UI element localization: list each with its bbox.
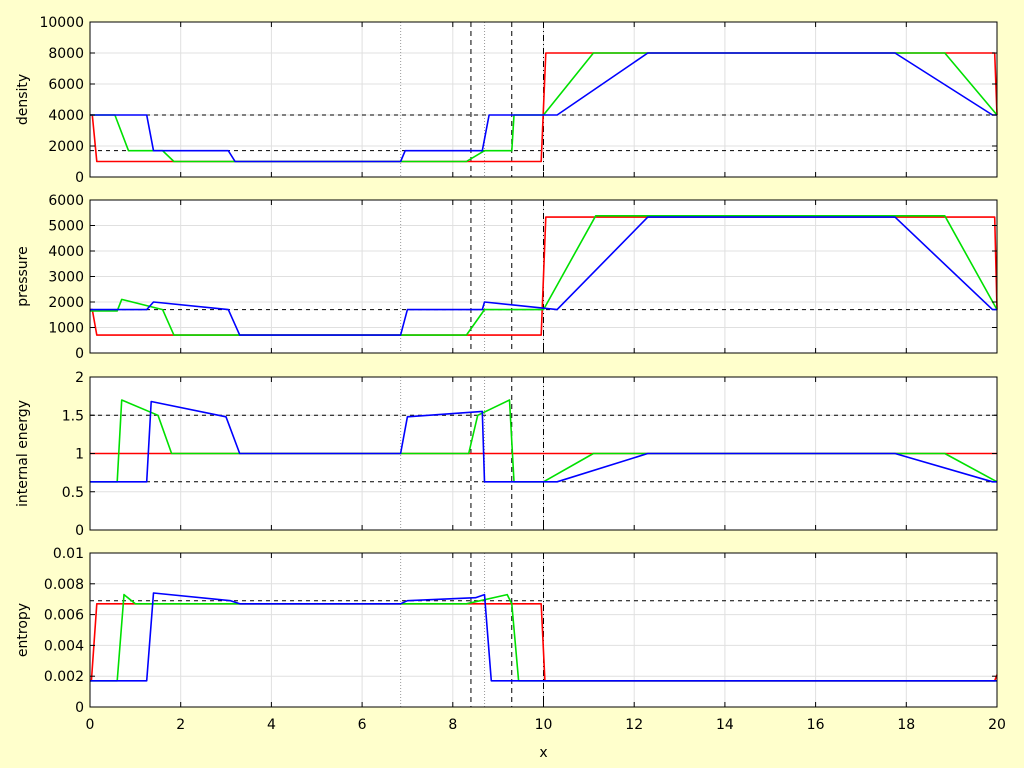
x-tick-label: 10 bbox=[535, 717, 553, 733]
panel-2: 0 0.5 1 1.5 2 internal energy bbox=[15, 370, 998, 539]
y-tick-label: 0 bbox=[75, 700, 84, 716]
y-tick-label: 3000 bbox=[48, 270, 84, 286]
x-tick-label: 4 bbox=[267, 717, 276, 733]
chart-svg: 0200040006000800010000density01000200030… bbox=[0, 0, 1024, 768]
x-tick-label: 2 bbox=[176, 717, 185, 733]
y-tick-label: 8000 bbox=[48, 46, 84, 62]
y-tick-label: 0.004 bbox=[44, 638, 84, 654]
y-tick-label: 0.006 bbox=[44, 608, 84, 624]
x-axis-label: x bbox=[539, 745, 547, 761]
y-tick-label: 1000 bbox=[48, 321, 84, 337]
y-tick-label: 6000 bbox=[48, 193, 84, 209]
y-tick-label: 0 bbox=[75, 170, 84, 186]
x-tick-label: 8 bbox=[448, 717, 457, 733]
x-tick-label: 16 bbox=[807, 717, 825, 733]
y-tick-label: 4000 bbox=[48, 108, 84, 124]
y-tick-label: 4000 bbox=[48, 244, 84, 260]
y-axis-label: entropy bbox=[15, 603, 31, 657]
panel-0: 0 2000 4000 6000 8000 10000 density bbox=[15, 15, 998, 186]
x-tick-label: 20 bbox=[988, 717, 1006, 733]
y-tick-label: 0 bbox=[75, 346, 84, 362]
y-tick-label: 2000 bbox=[48, 295, 84, 311]
panel-1: 0 1000 2000 3000 4000 5000 6000 pressure bbox=[15, 193, 998, 362]
y-tick-label: 0.01 bbox=[53, 546, 84, 562]
panel-3: 0 0.002 0.004 0.006 0.008 0.01 entropy bbox=[15, 546, 998, 716]
y-axis-label: internal energy bbox=[15, 400, 31, 507]
y-tick-label: 0.5 bbox=[62, 485, 84, 501]
x-tick-label: 14 bbox=[716, 717, 734, 733]
x-tick-label: 6 bbox=[358, 717, 367, 733]
x-tick-label: 12 bbox=[625, 717, 643, 733]
y-tick-label: 0.008 bbox=[44, 577, 84, 593]
y-tick-label: 2000 bbox=[48, 139, 84, 155]
y-tick-label: 10000 bbox=[39, 15, 84, 31]
y-tick-label: 1.5 bbox=[62, 408, 84, 424]
y-tick-label: 0 bbox=[75, 523, 84, 539]
y-tick-label: 5000 bbox=[48, 219, 84, 235]
y-tick-label: 0.002 bbox=[44, 669, 84, 685]
x-tick-label: 18 bbox=[897, 717, 915, 733]
y-tick-label: 2 bbox=[75, 370, 84, 386]
y-axis-label: pressure bbox=[15, 246, 31, 306]
y-axis-label: density bbox=[15, 74, 31, 125]
y-tick-label: 1 bbox=[75, 447, 84, 463]
x-tick-label: 0 bbox=[86, 717, 95, 733]
y-tick-label: 6000 bbox=[48, 77, 84, 93]
